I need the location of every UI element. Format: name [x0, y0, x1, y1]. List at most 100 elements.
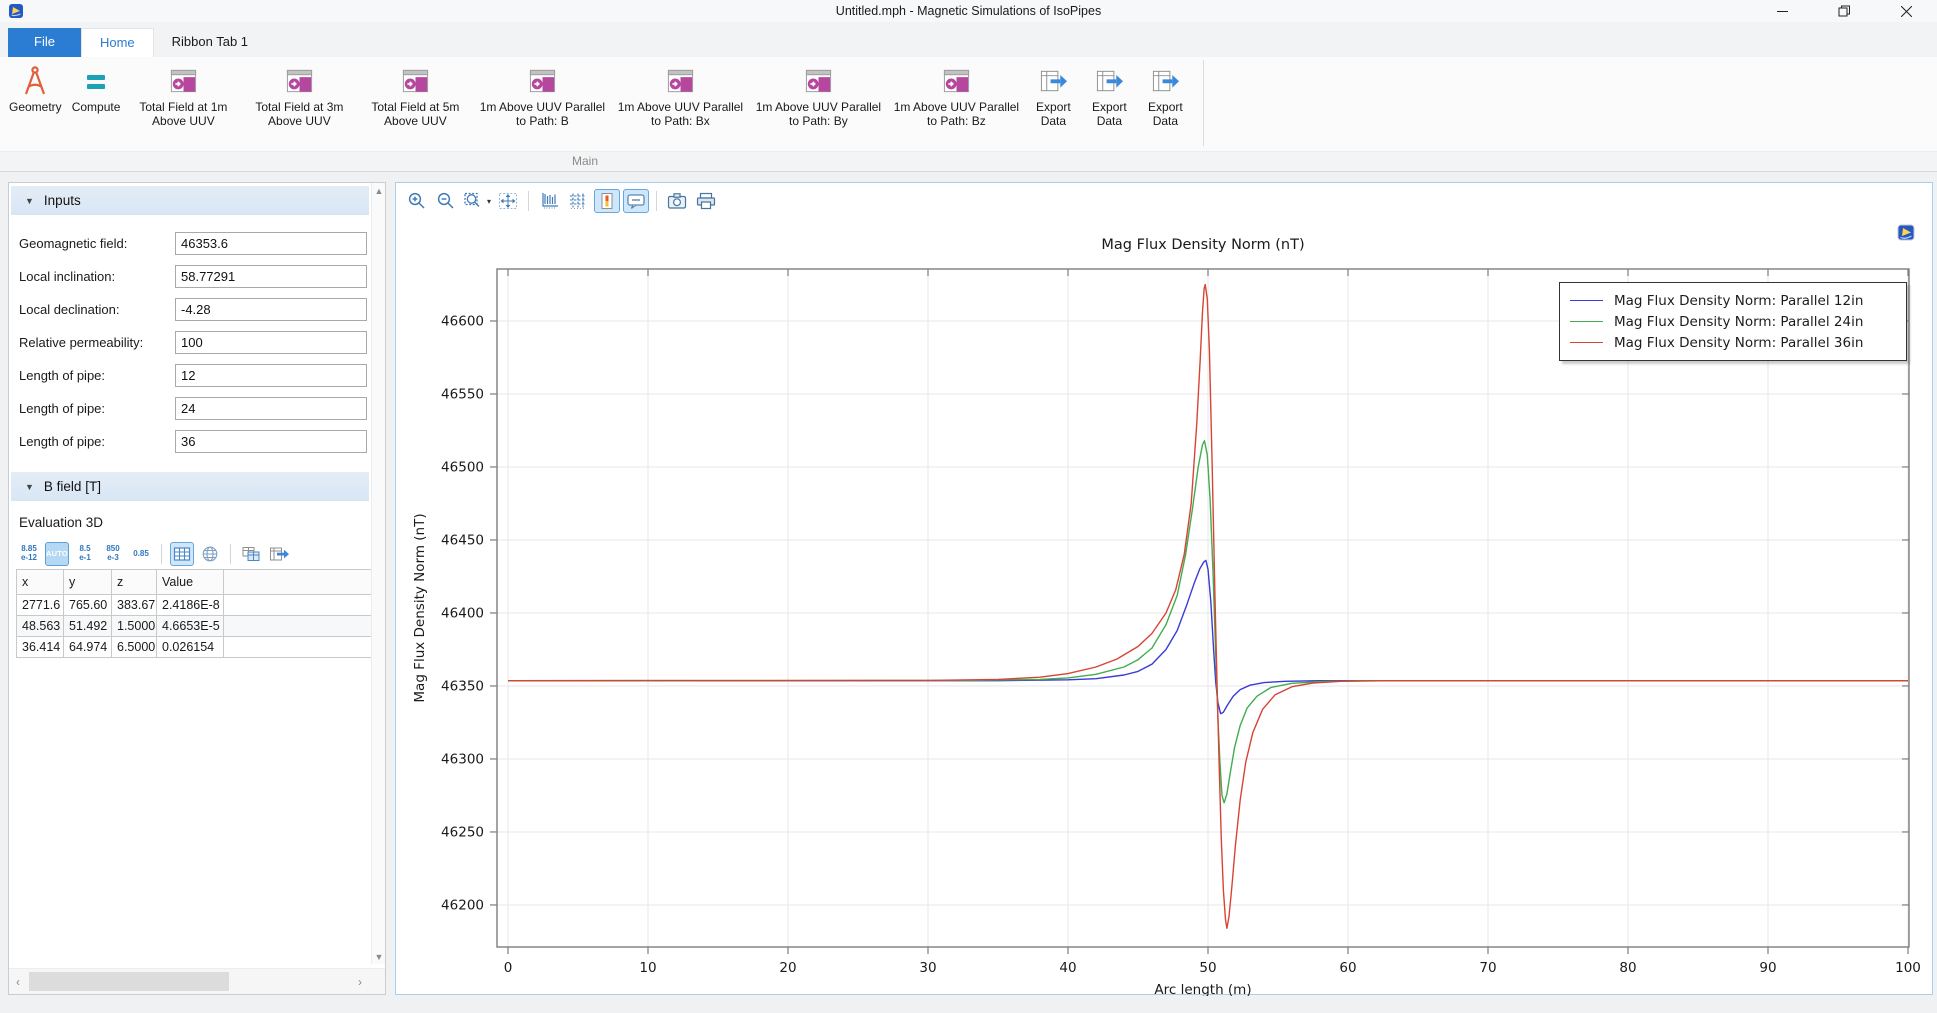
field-input-length-of-pipe-5[interactable] — [175, 397, 367, 420]
svg-text:46400: 46400 — [441, 605, 484, 621]
close-icon — [1901, 6, 1912, 17]
table-row[interactable]: 2771.6765.60383.672.4186E-8 — [16, 595, 381, 616]
field-input-local-inclination-1[interactable] — [175, 265, 367, 288]
ribbon-button-compute[interactable]: Compute — [67, 60, 126, 116]
ribbon-button-label: 1m Above UUV Parallel to Path: Bx — [616, 100, 744, 128]
unit-0.85-button[interactable]: 0.85 — [129, 542, 153, 566]
ribbon-button-total-field-at-5m-above-uuv[interactable]: Total Field at 5m Above UUV — [357, 60, 473, 130]
svg-text:46600: 46600 — [441, 313, 484, 329]
scroll-up-icon[interactable]: ▲ — [372, 183, 386, 198]
table-row[interactable]: 48.56351.4921.50004.6653E-5 — [16, 616, 381, 637]
settings-horizontal-scrollbar[interactable]: ‹ › — [9, 968, 385, 994]
plot-legend: Mag Flux Density Norm: Parallel 12inMag … — [1559, 282, 1907, 361]
ribbon-button-1m-above-uuv-parallel-to-path-b[interactable]: 1m Above UUV Parallel to Path: B — [473, 60, 611, 130]
grid-button[interactable] — [565, 189, 591, 213]
inputs-form: Geomagnetic field:Local inclination:Loca… — [9, 227, 371, 458]
restore-button[interactable] — [1813, 0, 1875, 22]
evaluation-3d-label: Evaluation 3D — [19, 515, 371, 530]
graphics-panel: ▾ 01020304050607080901004620046250463004… — [395, 182, 1933, 995]
field-input-geomagnetic-field-0[interactable] — [175, 232, 367, 255]
table-cell: 51.492 — [64, 616, 112, 637]
ribbon-button-1m-above-uuv-parallel-to-path-bz[interactable]: 1m Above UUV Parallel to Path: Bz — [887, 60, 1025, 130]
column-header-empty[interactable] — [224, 569, 381, 595]
field-input-length-of-pipe-6[interactable] — [175, 430, 367, 453]
ribbon-button-total-field-at-1m-above-uuv[interactable]: Total Field at 1m Above UUV — [125, 60, 241, 130]
table-header-row: xyzValue — [16, 569, 381, 595]
unit-850e-3-button[interactable]: 850e-3 — [101, 542, 125, 566]
column-header-z[interactable]: z — [112, 569, 157, 595]
snapshot-button[interactable] — [664, 189, 690, 213]
table-icon — [172, 545, 192, 563]
table-view-button[interactable] — [170, 542, 194, 566]
unit-text: e-1 — [79, 554, 91, 563]
column-header-y[interactable]: y — [64, 569, 112, 595]
print-button[interactable] — [693, 189, 719, 213]
unit-text: e-3 — [107, 554, 119, 563]
ribbon-button-export-data-3[interactable]: Export Data — [1137, 60, 1193, 130]
minimize-button[interactable] — [1751, 0, 1813, 22]
unit-8.85e-12-button[interactable]: 8.85e-12 — [17, 542, 41, 566]
field-label-length-of-pipe: Length of pipe: — [9, 434, 175, 449]
zoom-box-button[interactable]: ▾ — [462, 189, 492, 213]
scroll-left-icon[interactable]: ‹ — [9, 975, 27, 989]
ribbon-button-geometry[interactable]: Geometry — [4, 60, 67, 116]
comsol-logo-icon — [1896, 223, 1916, 243]
ribbon-button-label: Compute — [72, 100, 121, 114]
unit-8.5e-1-button[interactable]: 8.5e-1 — [73, 542, 97, 566]
toolbar-divider — [528, 191, 529, 211]
app-logo-icon — [8, 3, 24, 19]
plot-window-icon — [400, 62, 431, 100]
ribbon-group-label: Main — [543, 154, 627, 168]
field-input-local-declination-2[interactable] — [175, 298, 367, 321]
ribbon-button-total-field-at-3m-above-uuv[interactable]: Total Field at 3m Above UUV — [241, 60, 357, 130]
toolbar-divider — [161, 544, 162, 564]
export-window-icon — [1094, 62, 1125, 100]
axes-ticks-button[interactable] — [536, 189, 562, 213]
globe-icon — [200, 545, 220, 563]
unit-text: 0.85 — [133, 550, 149, 559]
color-legend-button[interactable] — [594, 189, 620, 213]
field-input-length-of-pipe-4[interactable] — [175, 364, 367, 387]
column-header-x[interactable]: x — [17, 569, 64, 595]
settings-vertical-scrollbar[interactable]: ▲ ▼ — [371, 183, 385, 964]
tab-ribbon-tab-1[interactable]: Ribbon Tab 1 — [154, 28, 266, 57]
minimize-icon — [1777, 6, 1788, 17]
scroll-right-icon[interactable]: › — [351, 975, 369, 989]
section-header-inputs[interactable]: ▼ Inputs — [11, 186, 369, 215]
tab-file[interactable]: File — [8, 28, 81, 57]
legend-label: Mag Flux Density Norm: Parallel 24in — [1614, 314, 1863, 330]
plot-window-icon — [803, 62, 834, 100]
export-small-icon — [268, 545, 290, 563]
copy-table-button[interactable] — [239, 542, 263, 566]
ribbon-button-1m-above-uuv-parallel-to-path-bx[interactable]: 1m Above UUV Parallel to Path: Bx — [611, 60, 749, 130]
tooltip-button[interactable] — [623, 189, 649, 213]
zoom-out-button[interactable] — [433, 189, 459, 213]
plot-window-icon — [665, 62, 696, 100]
table-cell: 64.974 — [64, 637, 112, 658]
legend-line-sample — [1570, 321, 1603, 322]
export-table-button[interactable] — [267, 542, 291, 566]
ribbon-button-1m-above-uuv-parallel-to-path-by[interactable]: 1m Above UUV Parallel to Path: By — [749, 60, 887, 130]
dropdown-caret-icon[interactable]: ▾ — [487, 197, 491, 206]
ribbon-button-export-data-2[interactable]: Export Data — [1081, 60, 1137, 130]
zoom-in-button[interactable] — [404, 189, 430, 213]
ribbon-group-strip: Main — [0, 151, 1937, 171]
section-header-bfield[interactable]: ▼ B field [T] — [11, 472, 369, 501]
print-icon — [695, 191, 717, 211]
zoom-extents-button[interactable] — [495, 189, 521, 213]
field-input-relative-permeability-3[interactable] — [175, 331, 367, 354]
auto-units-button[interactable]: AUTO — [45, 542, 69, 566]
export-window-icon — [1150, 62, 1181, 100]
ribbon-button-export-data-1[interactable]: Export Data — [1025, 60, 1081, 130]
svg-text:46250: 46250 — [441, 824, 484, 840]
table-row[interactable]: 36.41464.9746.50000.026154 — [16, 637, 381, 658]
tab-home[interactable]: Home — [81, 28, 154, 57]
tooltip-icon — [625, 191, 647, 211]
table-cell: 36.414 — [17, 637, 64, 658]
plot-window-icon — [284, 62, 315, 100]
scrollbar-thumb[interactable] — [29, 972, 229, 991]
scroll-down-icon[interactable]: ▼ — [372, 949, 386, 964]
column-header-value[interactable]: Value — [157, 569, 224, 595]
close-button[interactable] — [1875, 0, 1937, 22]
sphere-view-button[interactable] — [198, 542, 222, 566]
